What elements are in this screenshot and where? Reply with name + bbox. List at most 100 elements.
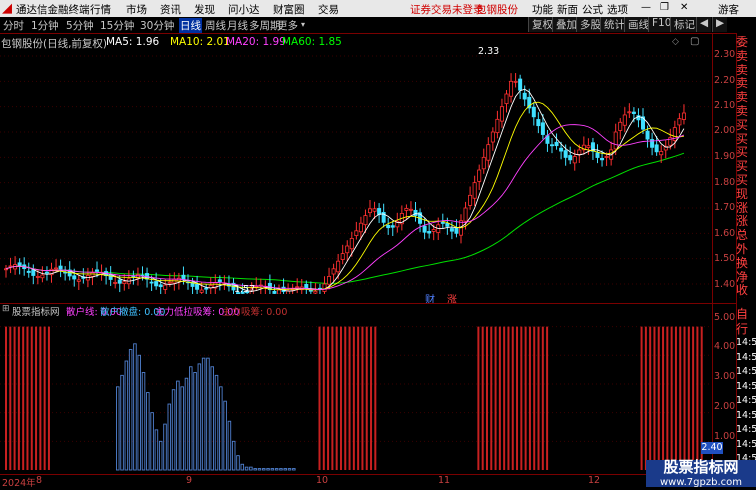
candle <box>509 73 514 103</box>
watermark-title: 股票指标网 <box>663 458 739 476</box>
period-tab-1min[interactable]: 1分钟 <box>30 18 60 33</box>
x-tick: 9 <box>186 475 193 486</box>
menu-market[interactable]: 市场 <box>126 2 147 17</box>
candle <box>481 148 486 174</box>
menu-options[interactable]: 选项 <box>607 2 628 17</box>
close-icon[interactable]: ✕ <box>680 2 688 13</box>
indicator-toggle-icon[interactable]: ⊞ <box>2 304 10 314</box>
retail-exit-bar <box>236 455 240 471</box>
candle <box>340 244 345 265</box>
retail-exit-bar <box>184 377 189 471</box>
retail-exit-bar <box>120 374 124 471</box>
period-tab-daily[interactable]: 日线 <box>179 18 202 33</box>
period-tab-weekly[interactable]: 周线 <box>204 18 227 33</box>
candle <box>413 202 418 222</box>
retail-exit-bar <box>154 429 159 471</box>
candle <box>104 267 109 285</box>
candle <box>636 108 641 128</box>
retail-exit-bar <box>201 357 206 471</box>
candle <box>590 137 595 160</box>
period-toolbar: 分时 1分钟 5分钟 15分钟 30分钟 日线 周线 月线 多周期 更多 ▾ 复… <box>0 17 756 34</box>
ind-y-tick: 2.00 <box>714 401 736 412</box>
candle <box>677 113 682 134</box>
candle <box>163 279 168 294</box>
candle <box>531 102 536 126</box>
candle <box>663 140 668 159</box>
order-book-label: 净资 <box>736 270 749 285</box>
y-tick: 1.80 <box>714 177 736 188</box>
y-tick: 1.70 <box>714 202 736 213</box>
order-book-label: 卖五 <box>736 49 749 64</box>
candle <box>322 276 327 294</box>
candle <box>31 264 36 285</box>
x-tick: 12 <box>588 475 601 486</box>
tick-time-label: 行情 <box>736 321 749 336</box>
order-book-label: 涨跌 <box>736 201 749 216</box>
y-tick: 1.90 <box>714 151 736 162</box>
candle <box>381 203 386 228</box>
nav-forward-icon[interactable]: ▶ <box>712 17 728 32</box>
menu-quotes[interactable]: 行情 <box>90 2 111 17</box>
candle <box>622 107 627 133</box>
period-tab-15min[interactable]: 15分钟 <box>99 18 135 33</box>
candle <box>504 89 509 113</box>
app-logo-icon: ◢ <box>2 1 12 16</box>
period-tab-5min[interactable]: 5分钟 <box>65 18 95 33</box>
nav-back-icon[interactable]: ◀ <box>696 17 712 32</box>
retail-exit-bar <box>283 468 287 471</box>
period-tab-monthly[interactable]: 月线 <box>226 18 249 33</box>
candle <box>681 104 686 125</box>
retail-exit-bar <box>193 372 197 471</box>
menu-news[interactable]: 资讯 <box>160 2 181 17</box>
candle <box>554 133 559 150</box>
retail-exit-bar <box>206 357 210 471</box>
tick-time-label: 14:50 <box>736 424 756 435</box>
minimize-icon[interactable]: — <box>641 2 651 13</box>
period-tab-more[interactable]: 更多 <box>276 18 299 33</box>
mark-button[interactable]: 标记 <box>670 17 698 32</box>
menu-trade[interactable]: 交易 <box>318 2 339 17</box>
candle <box>172 272 177 291</box>
candle <box>495 110 500 139</box>
menu-bar: ◢ 通达信金融终端 行情 市场 资讯 发现 问小达 财富圈 交易 证券交易未登录… <box>0 0 756 17</box>
menu-ask[interactable]: 问小达 <box>228 2 260 17</box>
candle <box>204 284 209 294</box>
x-tick: 11 <box>438 475 451 486</box>
restore-icon[interactable]: ❐ <box>660 2 669 13</box>
login-notice[interactable]: 证券交易未登录 <box>410 2 484 17</box>
retail-exit-bar <box>279 468 283 471</box>
candle <box>499 98 504 128</box>
chevron-down-icon[interactable]: ▾ <box>300 20 306 29</box>
candle <box>377 203 382 224</box>
candle <box>208 277 213 294</box>
candlestick-chart[interactable] <box>0 46 712 294</box>
menu-formula[interactable]: 公式 <box>582 2 603 17</box>
retail-exit-bar <box>124 360 129 471</box>
order-book-label: 换手 <box>736 256 749 271</box>
menu-function[interactable]: 功能 <box>532 2 553 17</box>
stock-link[interactable]: 包钢股份 <box>476 2 518 17</box>
order-book-label: 卖二 <box>736 91 749 105</box>
period-tab-timeshare[interactable]: 分时 <box>2 18 25 33</box>
period-tab-30min[interactable]: 30分钟 <box>139 18 175 33</box>
visitor-label[interactable]: 游客 <box>718 2 739 17</box>
menu-new-page[interactable]: 新面 <box>557 2 578 17</box>
candle <box>345 240 350 262</box>
candle <box>386 217 391 235</box>
menu-discover[interactable]: 发现 <box>194 2 215 17</box>
tick-time-label: 14:50 <box>736 409 756 421</box>
candle <box>354 221 359 240</box>
retail-exit-bar <box>128 349 133 471</box>
order-book-label: 卖一 <box>736 104 749 119</box>
candle <box>618 118 623 140</box>
retail-exit-bar <box>163 423 167 471</box>
candle <box>486 137 491 168</box>
retail-exit-bar <box>287 468 292 471</box>
menu-fortune[interactable]: 财富圈 <box>273 2 305 17</box>
retail-exit-bar <box>158 440 163 471</box>
x-tick: 8 <box>36 475 43 486</box>
order-book-label: 买二 <box>736 132 749 147</box>
indicator-bar-chart[interactable] <box>0 314 712 474</box>
retail-exit-bar <box>137 354 141 471</box>
order-book-label: 买五 <box>736 173 749 188</box>
